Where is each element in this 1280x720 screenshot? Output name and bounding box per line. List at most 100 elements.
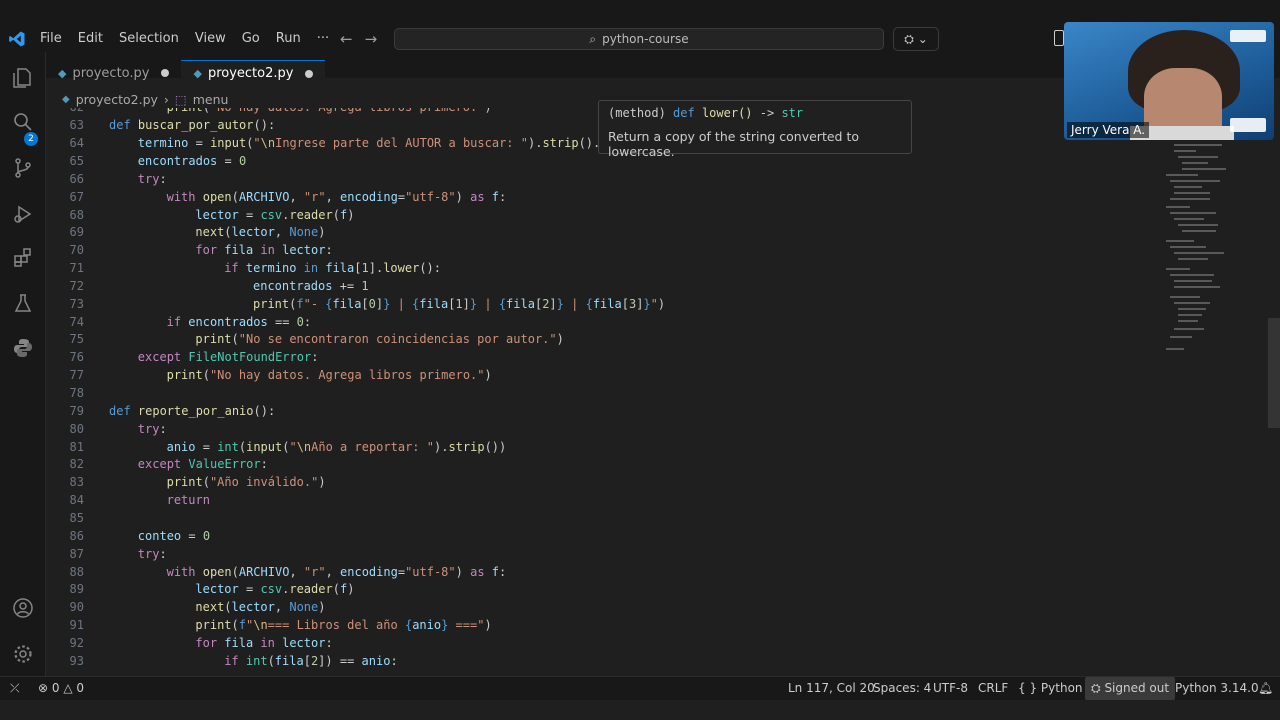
remote-indicator-icon[interactable]: ⤫ <box>10 677 20 700</box>
menu-selection[interactable]: Selection <box>111 26 187 52</box>
code-text: except ValueError: <box>137 457 268 472</box>
source-control-icon[interactable] <box>11 156 35 180</box>
tab-label: proyecto.py <box>72 65 150 81</box>
run-debug-icon[interactable] <box>11 202 35 226</box>
menu-more[interactable]: ··· <box>309 26 337 52</box>
code-text: if int(fila[2]) == anio: <box>224 653 398 668</box>
breadcrumb-file[interactable]: proyecto2.py <box>76 92 158 107</box>
line-number: 77 <box>69 368 84 383</box>
line-number: 72 <box>69 278 84 293</box>
problems-indicator[interactable]: ⊗ 0 △ 0 <box>38 677 84 700</box>
code-line[interactable]: 92 for fila in lector: <box>46 635 1156 653</box>
unsaved-dot-icon[interactable] <box>305 69 314 78</box>
code-line[interactable]: 76 except FileNotFoundError: <box>46 349 1156 367</box>
code-line[interactable]: 90 next(lector, None) <box>46 599 1156 617</box>
code-line[interactable]: 73 print(f"- {fila[0]} | {fila[1]} | {fil… <box>46 296 1156 314</box>
account-icon[interactable] <box>11 596 35 620</box>
code-line[interactable]: 66 try: <box>46 171 1156 189</box>
language-mode[interactable]: { } Python <box>1018 677 1083 700</box>
toggle-panel-icon[interactable] <box>1054 30 1064 46</box>
code-text: with open(ARCHIVO, "r", encoding="utf-8"… <box>166 564 507 579</box>
settings-gear-icon[interactable] <box>11 642 35 666</box>
webcam-overlay: Jerry Vera A. <box>1064 22 1274 140</box>
indentation-setting[interactable]: Spaces: 4 <box>873 677 931 700</box>
eol-setting[interactable]: CRLF <box>978 677 1008 700</box>
forward-arrow-icon[interactable]: → <box>365 30 378 48</box>
search-icon[interactable] <box>11 110 35 134</box>
vscode-logo-icon <box>9 31 25 47</box>
code-line[interactable]: 81 anio = int(input("\nAño a reportar: ")… <box>46 439 1156 457</box>
python-interpreter[interactable]: Python 3.14.0 <box>1175 677 1259 700</box>
tab-label: proyecto2.py <box>207 66 294 81</box>
minimap[interactable] <box>1160 136 1240 366</box>
language-label: Python <box>1040 681 1083 695</box>
code-line[interactable]: 85 <box>46 510 1156 528</box>
code-line[interactable]: 89 lector = csv.reader(f) <box>46 581 1156 599</box>
menu-edit[interactable]: Edit <box>70 26 111 52</box>
menu-view[interactable]: View <box>187 26 234 52</box>
code-line[interactable]: 84 return <box>46 492 1156 510</box>
line-number: 69 <box>69 225 84 240</box>
back-arrow-icon[interactable]: ← <box>340 30 353 48</box>
notifications-bell-icon[interactable]: 🔔︎ <box>1258 677 1273 700</box>
code-line[interactable]: 93 if int(fila[2]) == anio: <box>46 653 1156 671</box>
line-number: 87 <box>69 546 84 561</box>
code-editor[interactable]: 62 print("No hay datos. Agrega libros pri… <box>46 108 1166 676</box>
line-number: 90 <box>69 600 84 615</box>
encoding-setting[interactable]: UTF-8 <box>933 677 968 700</box>
menu-file[interactable]: File <box>32 26 70 52</box>
error-icon: ⊗ <box>38 681 49 695</box>
code-line[interactable]: 77 print("No hay datos. Agrega libros pri… <box>46 367 1156 385</box>
code-text: return <box>166 493 210 508</box>
code-text: try: <box>137 171 167 186</box>
code-line[interactable]: 86 conteo = 0 <box>46 528 1156 546</box>
explorer-icon[interactable] <box>11 66 35 90</box>
code-line[interactable]: 80 try: <box>46 421 1156 439</box>
breadcrumb-symbol[interactable]: menu <box>193 92 229 107</box>
code-text: for fila in lector: <box>195 635 333 650</box>
account-label: Signed out <box>1104 681 1170 695</box>
error-count: 0 <box>51 681 60 695</box>
code-line[interactable]: 74 if encontrados == 0: <box>46 314 1156 332</box>
code-line[interactable]: 68 lector = csv.reader(f) <box>46 207 1156 225</box>
hover-def: def <box>673 106 695 120</box>
menu-go[interactable]: Go <box>234 26 268 52</box>
code-line[interactable]: 79 def reporte_por_anio(): <box>46 403 1156 421</box>
cursor-position[interactable]: Ln 117, Col 20 <box>788 677 875 700</box>
code-line[interactable]: 69 next(lector, None) <box>46 224 1156 242</box>
code-line[interactable]: 83 print("Año inválido.") <box>46 474 1156 492</box>
breadcrumb: ◆ proyecto2.py › ⬚ menu <box>62 90 228 108</box>
code-line[interactable]: 91 print(f"\n=== Libros del año {anio} ==… <box>46 617 1156 635</box>
python-icon[interactable] <box>11 336 35 360</box>
editor-scrollbar-thumb[interactable] <box>1268 318 1280 428</box>
code-line[interactable]: 87 try: <box>46 546 1156 564</box>
tab-proyecto[interactable]: ◆ proyecto.py <box>46 60 181 86</box>
code-text: try: <box>137 421 167 436</box>
line-number: 68 <box>69 207 84 222</box>
account-status[interactable]: ⛭ Signed out <box>1085 677 1176 700</box>
chevron-down-icon: ⌄ <box>917 32 928 46</box>
code-line[interactable]: 72 encontrados += 1 <box>46 278 1156 296</box>
code-line[interactable]: 71 if termino in fila[1].lower(): <box>46 260 1156 278</box>
code-text: if termino in fila[1].lower(): <box>224 261 441 276</box>
line-number: 62 <box>46 108 84 117</box>
line-number: 74 <box>69 314 84 329</box>
line-number: 84 <box>69 493 84 508</box>
unsaved-dot-icon[interactable] <box>161 69 170 77</box>
testing-flask-icon[interactable] <box>11 292 35 316</box>
command-center-search[interactable]: ⌕ python-course <box>394 28 884 50</box>
code-line[interactable]: 70 for fila in lector: <box>46 242 1156 260</box>
line-number: 78 <box>69 386 84 400</box>
copilot-button[interactable]: ⛭ ⌄ <box>893 27 939 51</box>
code-line[interactable]: 88 with open(ARCHIVO, "r", encoding="utf-… <box>46 564 1156 582</box>
extensions-icon[interactable] <box>11 246 35 270</box>
code-line[interactable]: 65 encontrados = 0 <box>46 153 1156 171</box>
code-line[interactable]: 67 with open(ARCHIVO, "r", encoding="utf-… <box>46 189 1156 207</box>
tab-proyecto2[interactable]: ◆ proyecto2.py <box>181 60 326 86</box>
code-line[interactable]: 78 <box>46 385 1156 403</box>
line-number: 71 <box>69 261 84 276</box>
menu-run[interactable]: Run <box>268 26 309 52</box>
code-line[interactable]: 75 print("No se encontraron coincidencias… <box>46 331 1156 349</box>
code-line[interactable]: 82 except ValueError: <box>46 456 1156 474</box>
hover-type: str <box>781 106 804 120</box>
